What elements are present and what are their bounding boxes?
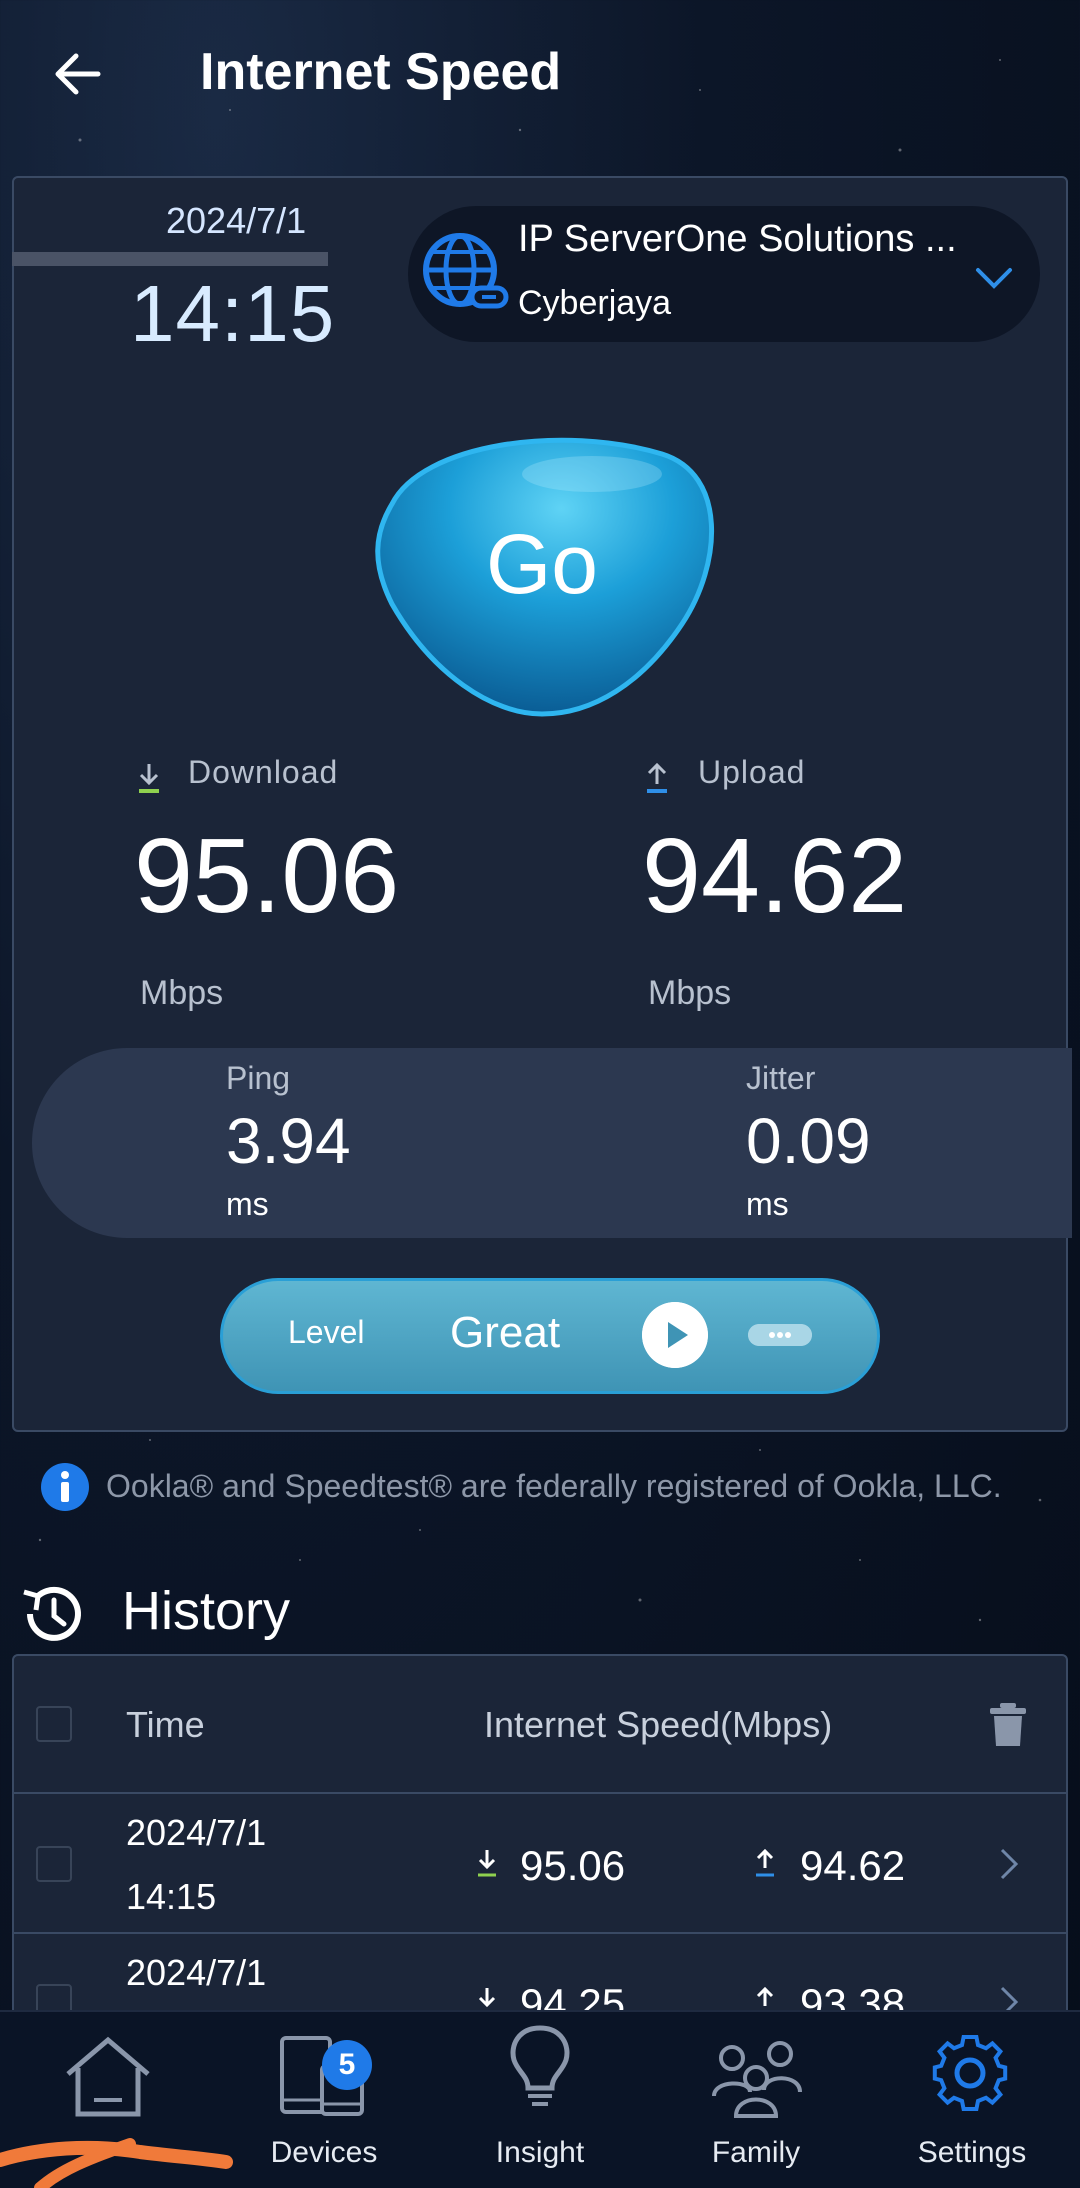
download-arrow-icon (478, 1850, 496, 1877)
gear-icon[interactable] (922, 2028, 1018, 2118)
row-date: 2024/7/1 (126, 1812, 267, 1853)
jitter-value: 0.09 (746, 1105, 871, 1177)
nav-label-family[interactable]: Family (648, 2136, 864, 2170)
test-date: 2024/7/1 (166, 200, 307, 241)
back-arrow-icon[interactable] (48, 44, 108, 104)
nav-label-insight[interactable]: Insight (432, 2136, 648, 2170)
jitter-unit: ms (746, 1186, 789, 1222)
ping-label: Ping (226, 1060, 291, 1096)
server-city: Cyberjaya (518, 284, 672, 322)
download-unit: Mbps (140, 974, 224, 1012)
row-divider (12, 1932, 1068, 1934)
row-date: 2024/7/1 (126, 1952, 267, 1993)
info-icon (41, 1463, 89, 1511)
date-divider (12, 252, 328, 266)
history-title: History (122, 1581, 291, 1641)
row-upload: 94.62 (800, 1842, 906, 1889)
ookla-notice: Ookla® and Speedtest® are federally regi… (106, 1468, 1002, 1504)
row-download: 95.06 (520, 1842, 626, 1889)
ping-unit: ms (226, 1186, 269, 1222)
test-time: 14:15 (130, 269, 336, 358)
nav-label-devices[interactable]: Devices (216, 2136, 432, 2170)
family-icon[interactable] (708, 2030, 804, 2120)
upload-unit: Mbps (648, 974, 732, 1012)
chevron-right-icon[interactable] (998, 1846, 1020, 1882)
devices-badge: 5 (322, 2040, 372, 2090)
chevron-down-icon[interactable] (972, 262, 1016, 292)
globe-link-icon (423, 233, 509, 309)
history-icon (23, 1586, 81, 1641)
trash-icon[interactable] (990, 1702, 1026, 1748)
upload-arrow-icon (647, 762, 667, 793)
lightbulb-icon[interactable] (492, 2024, 588, 2114)
download-arrow-icon (139, 764, 159, 793)
nav-label-settings[interactable]: Settings (864, 2136, 1080, 2170)
row-time: 14:15 (126, 1876, 217, 1917)
page-title: Internet Speed (200, 43, 562, 101)
column-header-time: Time (126, 1704, 205, 1745)
ping-value: 3.94 (226, 1105, 351, 1177)
server-name: IP ServerOne Solutions ... (518, 218, 957, 260)
column-header-speed: Internet Speed(Mbps) (484, 1704, 833, 1745)
speed-test-card (12, 176, 1068, 1432)
more-icon[interactable] (748, 1324, 812, 1346)
go-label: Go (485, 517, 599, 611)
annotation-scribble (0, 2138, 233, 2188)
upload-arrow-icon (756, 1848, 774, 1877)
row-checkbox[interactable] (36, 1846, 72, 1882)
upload-value: 94.62 (642, 817, 908, 935)
level-value: Great (450, 1308, 561, 1357)
upload-label: Upload (698, 754, 806, 790)
select-all-checkbox[interactable] (36, 1706, 72, 1742)
download-value: 95.06 (134, 817, 400, 935)
download-label: Download (188, 754, 339, 790)
jitter-label: Jitter (746, 1060, 816, 1096)
ping-jitter-panel (32, 1048, 1072, 1238)
row-divider (12, 1792, 1068, 1794)
play-icon[interactable] (642, 1302, 708, 1368)
level-label: Level (288, 1314, 365, 1350)
